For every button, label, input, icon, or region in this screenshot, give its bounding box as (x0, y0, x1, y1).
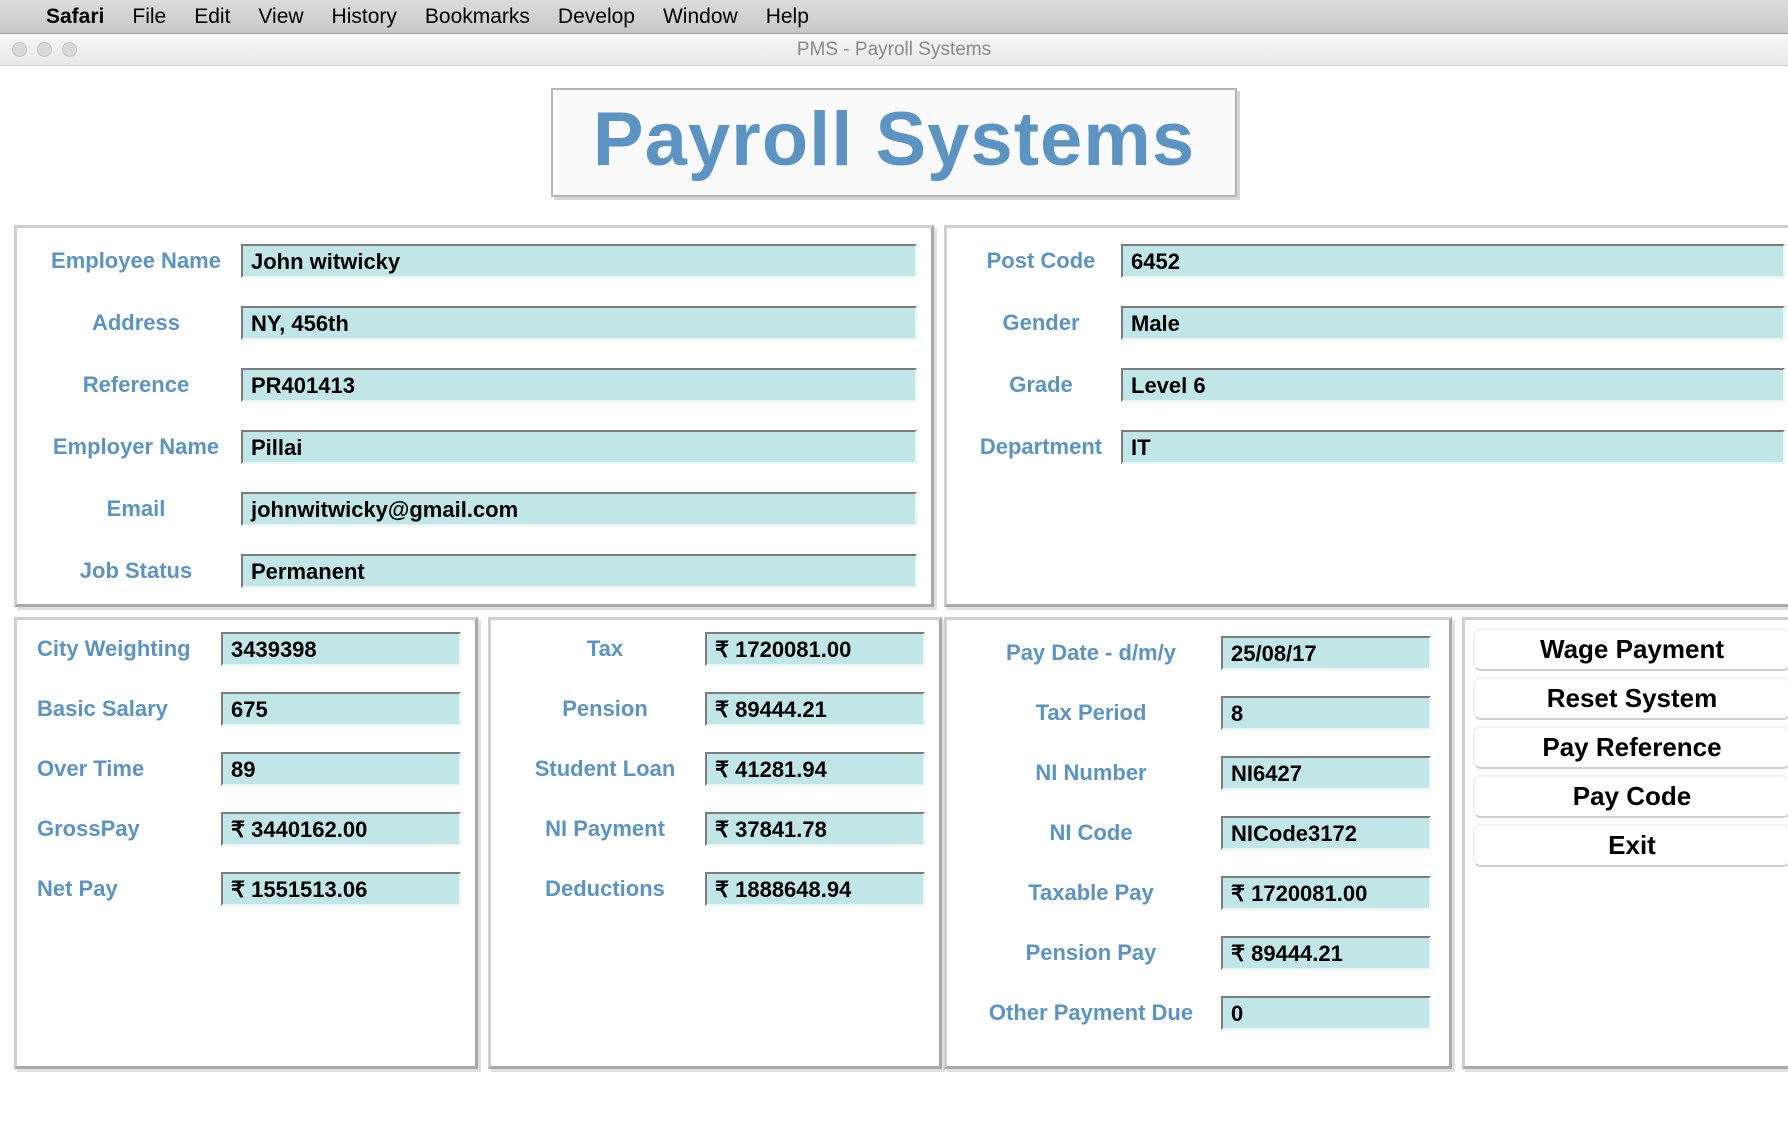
menubar-item-develop[interactable]: Develop (558, 5, 635, 29)
menubar-item-file[interactable]: File (132, 5, 166, 29)
net-pay-field[interactable]: ₹ 1551513.06 (221, 872, 461, 906)
deductions-field[interactable]: ₹ 1888648.94 (705, 872, 925, 906)
panel-salary-left: City Weighting 3439398 Basic Salary 675 … (14, 617, 478, 1069)
ni-number-label: NI Number (961, 760, 1221, 786)
student-loan-field[interactable]: ₹ 41281.94 (705, 752, 925, 786)
over-time-label: Over Time (31, 756, 221, 782)
pay-code-button[interactable]: Pay Code (1473, 775, 1788, 818)
address-field[interactable]: NY, 456th (241, 306, 917, 340)
grade-field[interactable]: Level 6 (1121, 368, 1785, 402)
menubar-item-edit[interactable]: Edit (194, 5, 230, 29)
gender-label: Gender (961, 310, 1121, 336)
panel-pay: Pay Date - d/m/y 25/08/17 Tax Period 8 N… (944, 617, 1452, 1069)
tax-period-field[interactable]: 8 (1221, 696, 1431, 730)
ni-number-field[interactable]: NI6427 (1221, 756, 1431, 790)
postcode-label: Post Code (961, 248, 1121, 274)
job-status-field[interactable]: Permanent (241, 554, 917, 588)
panel-buttons: Wage Payment Reset System Pay Reference … (1462, 617, 1788, 1069)
deductions-label: Deductions (505, 876, 705, 902)
employer-name-field[interactable]: Pillai (241, 430, 917, 464)
menubar-item-bookmarks[interactable]: Bookmarks (425, 5, 530, 29)
email-field[interactable]: johnwitwicky@gmail.com (241, 492, 917, 526)
menubar-app-name[interactable]: Safari (46, 5, 104, 29)
macos-menubar: Safari File Edit View History Bookmarks … (0, 0, 1788, 34)
pension-pay-label: Pension Pay (961, 940, 1221, 966)
net-pay-label: Net Pay (31, 876, 221, 902)
exit-button[interactable]: Exit (1473, 824, 1788, 867)
gender-field[interactable]: Male (1121, 306, 1785, 340)
gross-pay-label: GrossPay (31, 816, 221, 842)
page-title: Payroll Systems (593, 96, 1195, 183)
reset-system-button[interactable]: Reset System (1473, 677, 1788, 720)
panel-codes: Post Code 6452 Gender Male Grade Level 6… (944, 225, 1788, 607)
city-weighting-label: City Weighting (31, 636, 221, 662)
pay-date-label: Pay Date - d/m/y (961, 640, 1221, 666)
basic-salary-label: Basic Salary (31, 696, 221, 722)
department-field[interactable]: IT (1121, 430, 1785, 464)
reference-field[interactable]: PR401413 (241, 368, 917, 402)
window-titlebar: PMS - Payroll Systems (0, 34, 1788, 66)
other-payment-label: Other Payment Due (961, 1000, 1221, 1026)
address-label: Address (31, 310, 241, 336)
panel-salary-right: Tax ₹ 1720081.00 Pension ₹ 89444.21 Stud… (488, 617, 942, 1069)
tax-period-label: Tax Period (961, 700, 1221, 726)
pension-field[interactable]: ₹ 89444.21 (705, 692, 925, 726)
ni-code-field[interactable]: NICode3172 (1221, 816, 1431, 850)
pay-reference-button[interactable]: Pay Reference (1473, 726, 1788, 769)
grade-label: Grade (961, 372, 1121, 398)
job-status-label: Job Status (31, 558, 241, 584)
city-weighting-field[interactable]: 3439398 (221, 632, 461, 666)
basic-salary-field[interactable]: 675 (221, 692, 461, 726)
tax-label: Tax (505, 636, 705, 662)
page-title-banner: Payroll Systems (551, 88, 1237, 197)
menubar-item-history[interactable]: History (332, 5, 397, 29)
taxable-pay-label: Taxable Pay (961, 880, 1221, 906)
wage-payment-button[interactable]: Wage Payment (1473, 628, 1788, 671)
menubar-item-help[interactable]: Help (766, 5, 809, 29)
menubar-item-window[interactable]: Window (663, 5, 738, 29)
postcode-field[interactable]: 6452 (1121, 244, 1785, 278)
over-time-field[interactable]: 89 (221, 752, 461, 786)
department-label: Department (961, 434, 1121, 460)
taxable-pay-field[interactable]: ₹ 1720081.00 (1221, 876, 1431, 910)
panel-employee: Employee Name John witwicky Address NY, … (14, 225, 934, 607)
reference-label: Reference (31, 372, 241, 398)
ni-code-label: NI Code (961, 820, 1221, 846)
pension-label: Pension (505, 696, 705, 722)
ni-payment-field[interactable]: ₹ 37841.78 (705, 812, 925, 846)
student-loan-label: Student Loan (505, 756, 705, 782)
pension-pay-field[interactable]: ₹ 89444.21 (1221, 936, 1431, 970)
panel-salary-group: City Weighting 3439398 Basic Salary 675 … (14, 617, 934, 1069)
tax-field[interactable]: ₹ 1720081.00 (705, 632, 925, 666)
employer-name-label: Employer Name (31, 434, 241, 460)
employee-name-field[interactable]: John witwicky (241, 244, 917, 278)
email-label: Email (31, 496, 241, 522)
ni-payment-label: NI Payment (505, 816, 705, 842)
other-payment-field[interactable]: 0 (1221, 996, 1431, 1030)
menubar-item-view[interactable]: View (258, 5, 303, 29)
employee-name-label: Employee Name (31, 248, 241, 274)
pay-date-field[interactable]: 25/08/17 (1221, 636, 1431, 670)
window-title: PMS - Payroll Systems (0, 39, 1788, 61)
gross-pay-field[interactable]: ₹ 3440162.00 (221, 812, 461, 846)
